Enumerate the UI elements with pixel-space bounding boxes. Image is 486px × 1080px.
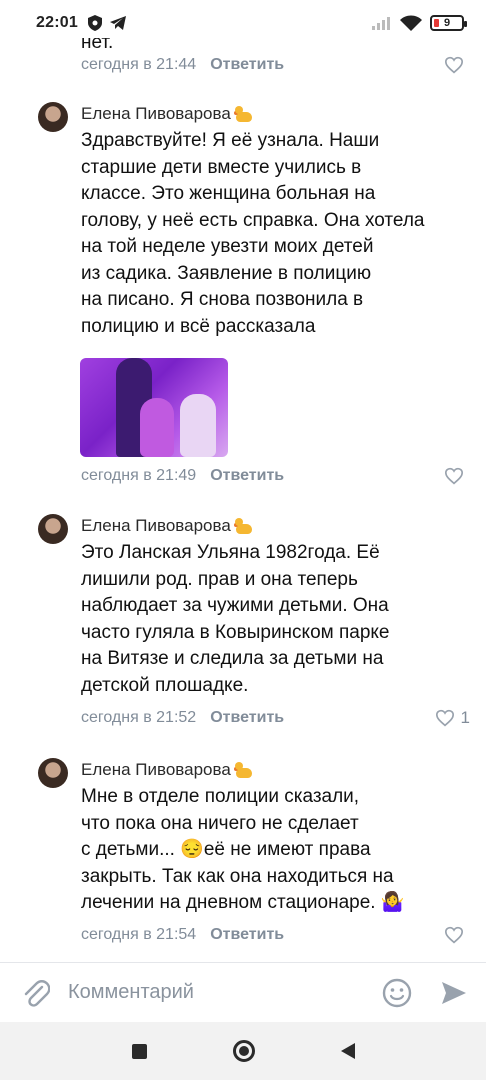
- reply-button[interactable]: Ответить: [210, 56, 284, 74]
- status-time: 22:01: [36, 14, 78, 31]
- home-icon[interactable]: [232, 1040, 255, 1062]
- heart-icon: [444, 926, 464, 944]
- comment-meta: сегодня в 21:52 Ответить 1: [81, 706, 470, 730]
- like-count: 1: [460, 708, 470, 727]
- comment-meta: сегодня в 21:49 Ответить: [81, 464, 470, 488]
- battery-icon: 9: [430, 15, 467, 31]
- wifi-icon: [400, 15, 422, 31]
- avatar[interactable]: [38, 758, 68, 788]
- smile-icon[interactable]: [382, 978, 412, 1008]
- like-button[interactable]: [444, 467, 470, 485]
- comment-photo[interactable]: [80, 358, 228, 457]
- comment-author[interactable]: Елена Пивоварова: [81, 516, 254, 536]
- duck-emoji-icon: [234, 106, 254, 122]
- heart-icon: [444, 56, 464, 74]
- system-nav-bar: [0, 1022, 486, 1080]
- like-button[interactable]: [444, 56, 470, 74]
- reply-button[interactable]: Ответить: [210, 926, 284, 944]
- comment-text: Здравствуйте! Я её узнала. Наши старшие …: [81, 130, 425, 337]
- reply-button[interactable]: Ответить: [210, 709, 284, 727]
- duck-emoji-icon: [234, 762, 254, 778]
- telegram-icon: [109, 16, 126, 30]
- comment-timestamp: сегодня в 21:49: [81, 467, 197, 484]
- back-icon[interactable]: [340, 1043, 355, 1059]
- duck-emoji-icon: [234, 518, 254, 534]
- avatar[interactable]: [38, 102, 68, 132]
- shield-icon: [87, 15, 102, 31]
- like-button[interactable]: 1: [435, 708, 470, 728]
- heart-icon: [435, 709, 454, 727]
- comment-meta: сегодня в 21:54 Ответить: [81, 923, 470, 947]
- comment-text: Это Ланская Ульяна 1982года. Её лишили р…: [81, 542, 390, 696]
- heart-icon: [444, 467, 464, 485]
- comment-author[interactable]: Елена Пивоварова: [81, 760, 254, 780]
- comment-timestamp: сегодня в 21:44: [81, 56, 197, 73]
- send-icon[interactable]: [440, 980, 468, 1006]
- comment-text: Мне в отделе полиции сказали, что пока о…: [81, 786, 405, 913]
- comment-timestamp: сегодня в 21:52: [81, 709, 197, 726]
- comment-input-bar: Комментарий: [0, 962, 486, 1022]
- like-button[interactable]: [444, 926, 470, 944]
- reply-button[interactable]: Ответить: [210, 467, 284, 485]
- avatar[interactable]: [38, 514, 68, 544]
- recents-icon[interactable]: [131, 1043, 147, 1059]
- comment-meta: сегодня в 21:44 Ответить: [81, 53, 470, 77]
- comment-timestamp: сегодня в 21:54: [81, 926, 197, 943]
- paperclip-icon[interactable]: [22, 978, 50, 1008]
- comment-author[interactable]: Елена Пивоварова: [81, 104, 254, 124]
- comment-input[interactable]: Комментарий: [68, 981, 194, 1004]
- signal-icon: [372, 17, 390, 30]
